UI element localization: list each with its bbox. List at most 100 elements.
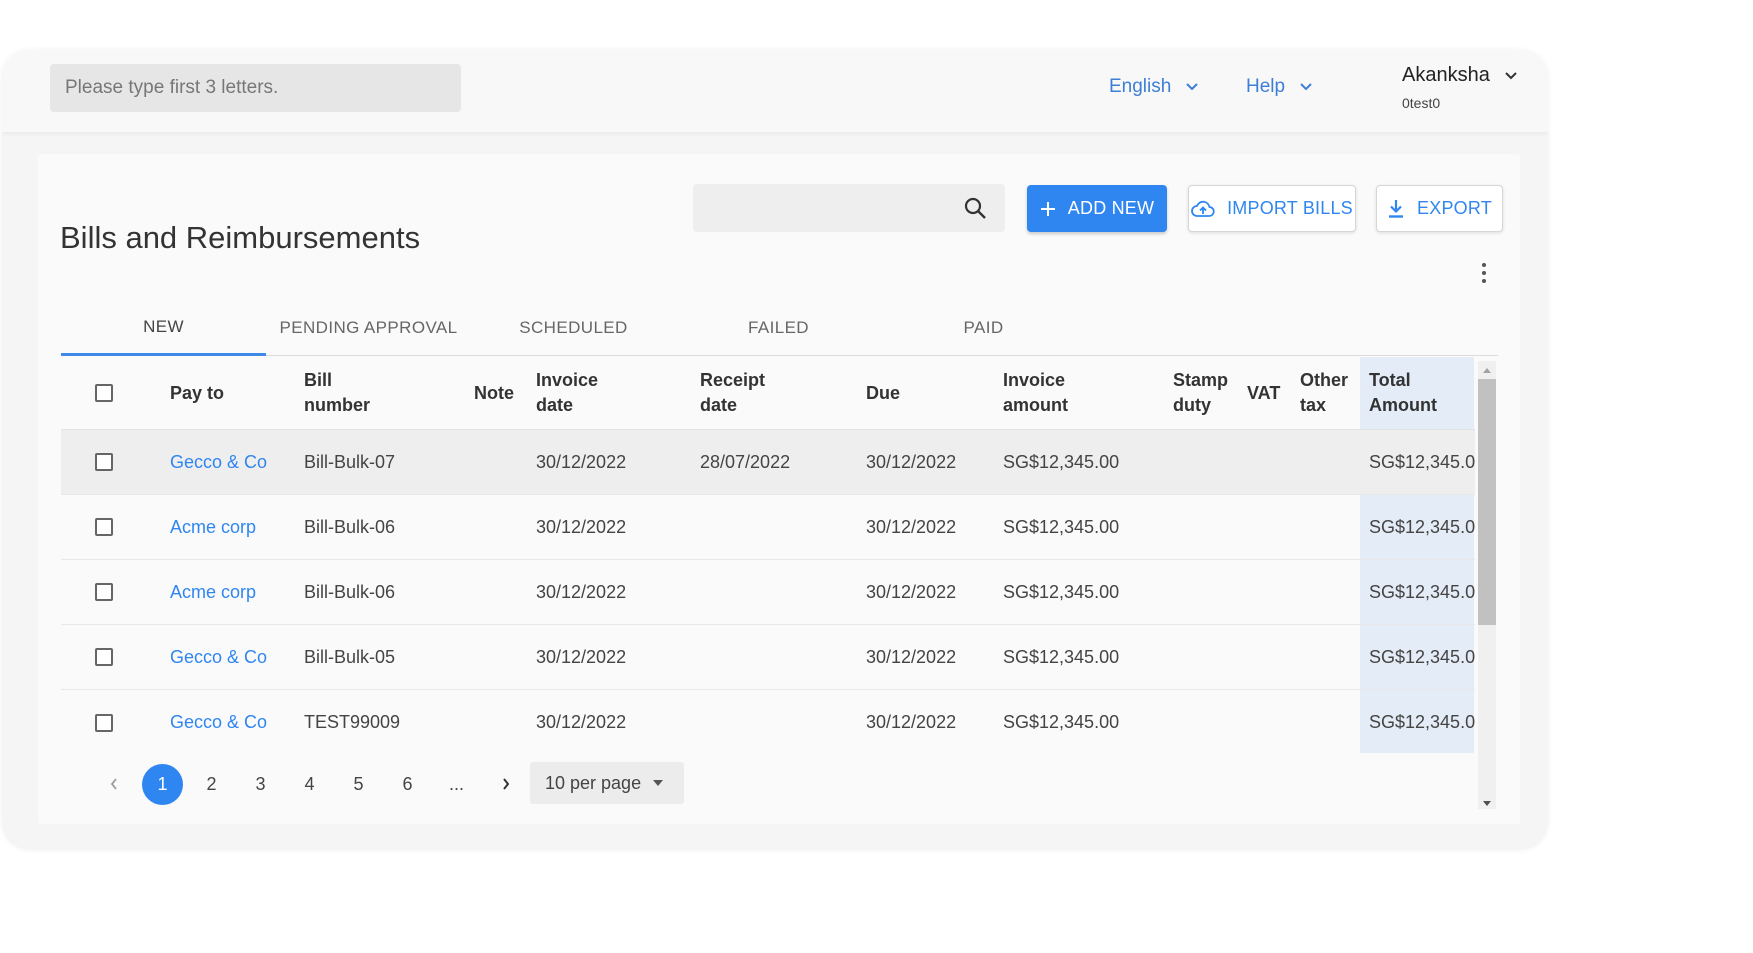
total-amount: SG$12,345.0 <box>1369 430 1475 494</box>
receipt-date: 28/07/2022 <box>700 451 791 472</box>
select-all-cell <box>95 357 113 429</box>
page-button-3[interactable]: 3 <box>240 764 281 805</box>
page-button-5[interactable]: 5 <box>338 764 379 805</box>
help-dropdown[interactable]: Help <box>1246 76 1313 98</box>
scroll-up-arrow[interactable] <box>1483 368 1491 373</box>
header-receipt-date[interactable]: Receipt date <box>700 357 780 429</box>
table-search-input[interactable] <box>693 184 953 232</box>
row-checkbox[interactable] <box>95 713 113 732</box>
pagination: 1 2 3 4 5 6 ... <box>93 762 534 806</box>
total-amount-value: SG$12,345.0 <box>1369 581 1475 602</box>
row-checkbox[interactable] <box>95 648 113 666</box>
export-label: EXPORT <box>1417 198 1492 218</box>
table-row[interactable]: Gecco & Co Bill-Bulk-07 30/12/2022 28/07… <box>61 430 1475 495</box>
pay-to-link[interactable]: Acme corp <box>170 495 256 559</box>
user-id: 0test0 <box>1402 95 1441 111</box>
tab-scheduled[interactable]: SCHEDULED <box>471 300 676 356</box>
pay-to-link[interactable]: Gecco & Co <box>170 430 267 494</box>
import-bills-label: IMPORT BILLS <box>1227 198 1353 218</box>
chevron-right-icon <box>502 778 509 790</box>
help-label: Help <box>1246 76 1286 97</box>
due-date: 30/12/2022 <box>866 712 957 732</box>
page-button-1[interactable]: 1 <box>142 763 183 805</box>
app-window: English Help Akanksha 0test0 Bills and R… <box>2 50 1548 850</box>
row-select-cell <box>95 430 113 494</box>
bill-number: Bill-Bulk-05 <box>304 646 396 667</box>
per-page-label: 10 per page <box>545 772 642 793</box>
language-label: English <box>1109 76 1172 97</box>
row-checkbox[interactable] <box>95 518 113 536</box>
bills-card: Bills and Reimbursements ADD NEW IMPORT … <box>38 154 1520 824</box>
header-stamp-duty[interactable]: Stamp duty <box>1173 357 1238 429</box>
invoice-amount: SG$12,345.00 <box>1003 581 1120 602</box>
header-total-amount[interactable]: Total Amount <box>1369 357 1459 429</box>
cloud-upload-icon <box>1191 200 1215 217</box>
header-due[interactable]: Due <box>866 357 900 429</box>
due-date: 30/12/2022 <box>866 581 957 602</box>
page-button-6[interactable]: 6 <box>387 764 428 805</box>
bill-number: Bill-Bulk-07 <box>304 451 396 472</box>
invoice-date: 30/12/2022 <box>536 516 627 537</box>
per-page-select[interactable]: 10 per page <box>530 762 684 804</box>
status-tabs: NEW PENDING APPROVAL SCHEDULED FAILED PA… <box>61 300 1498 356</box>
invoice-amount: SG$12,345.00 <box>1003 451 1120 472</box>
page-button-2[interactable]: 2 <box>191 764 232 805</box>
header-vat[interactable]: VAT <box>1247 357 1280 429</box>
chevron-down-icon <box>1505 71 1517 79</box>
chevron-down-icon <box>1186 83 1199 91</box>
plus-icon <box>1040 201 1055 216</box>
add-new-label: ADD NEW <box>1067 198 1155 218</box>
global-search-input[interactable] <box>50 64 461 112</box>
user-name-row: Akanksha <box>1402 64 1518 87</box>
row-select-cell <box>95 690 113 755</box>
row-checkbox[interactable] <box>95 453 113 471</box>
prev-page-button[interactable] <box>93 764 134 805</box>
scrollbar-thumb[interactable] <box>1478 379 1496 625</box>
tab-paid[interactable]: PAID <box>881 300 1086 356</box>
header-other-tax[interactable]: Other tax <box>1300 357 1355 429</box>
row-select-cell <box>95 625 113 689</box>
total-amount-value: SG$12,345.0 <box>1369 712 1475 732</box>
table-row[interactable]: Acme corp Bill-Bulk-06 30/12/2022 30/12/… <box>61 560 1475 625</box>
header-invoice-date[interactable]: Invoice date <box>536 357 616 429</box>
table-row[interactable]: Acme corp Bill-Bulk-06 30/12/2022 30/12/… <box>61 495 1475 560</box>
page-button-4[interactable]: 4 <box>289 764 330 805</box>
pay-to-link[interactable]: Acme corp <box>170 560 256 624</box>
add-new-button[interactable]: ADD NEW <box>1027 185 1167 232</box>
user-name: Akanksha <box>1402 64 1490 86</box>
pay-to-link[interactable]: Gecco & Co <box>170 690 267 755</box>
next-page-button[interactable] <box>485 764 526 805</box>
export-button[interactable]: EXPORT <box>1376 185 1503 232</box>
tab-failed[interactable]: FAILED <box>676 300 881 356</box>
table-header-row: Pay to Bill number Note Invoice date Rec… <box>61 357 1475 430</box>
page-ellipsis[interactable]: ... <box>436 764 477 805</box>
tab-pending-approval[interactable]: PENDING APPROVAL <box>266 300 471 356</box>
table-row[interactable]: Gecco & Co TEST99009 30/12/2022 30/12/20… <box>61 690 1475 755</box>
invoice-amount: SG$12,345.00 <box>1003 516 1120 537</box>
invoice-date: 30/12/2022 <box>536 581 627 602</box>
import-bills-button[interactable]: IMPORT BILLS <box>1188 185 1356 232</box>
scroll-down-arrow[interactable] <box>1483 801 1491 806</box>
tab-new[interactable]: NEW <box>61 300 266 356</box>
row-checkbox[interactable] <box>95 583 113 601</box>
page-title: Bills and Reimbursements <box>60 220 421 255</box>
table-scrollbar[interactable] <box>1478 361 1496 809</box>
more-options-icon[interactable] <box>1474 260 1494 286</box>
invoice-amount: SG$12,345.00 <box>1003 712 1120 732</box>
total-amount-value: SG$12,345.0 <box>1369 646 1475 667</box>
header-note[interactable]: Note <box>474 357 514 429</box>
header-invoice-amount[interactable]: Invoice amount <box>1003 357 1093 429</box>
select-all-checkbox[interactable] <box>95 384 113 402</box>
search-icon[interactable] <box>963 196 987 220</box>
pay-to-link[interactable]: Gecco & Co <box>170 625 267 689</box>
invoice-date: 30/12/2022 <box>536 712 627 732</box>
header-pay-to[interactable]: Pay to <box>170 357 230 429</box>
header-bill-number[interactable]: Bill number <box>304 357 384 429</box>
language-dropdown[interactable]: English <box>1109 76 1199 98</box>
user-menu[interactable]: Akanksha 0test0 <box>1402 64 1518 111</box>
invoice-date: 30/12/2022 <box>536 451 627 472</box>
invoice-amount: SG$12,345.00 <box>1003 646 1120 667</box>
chevron-down-icon <box>1300 83 1312 91</box>
caret-down-icon <box>653 780 664 786</box>
table-row[interactable]: Gecco & Co Bill-Bulk-05 30/12/2022 30/12… <box>61 625 1475 690</box>
